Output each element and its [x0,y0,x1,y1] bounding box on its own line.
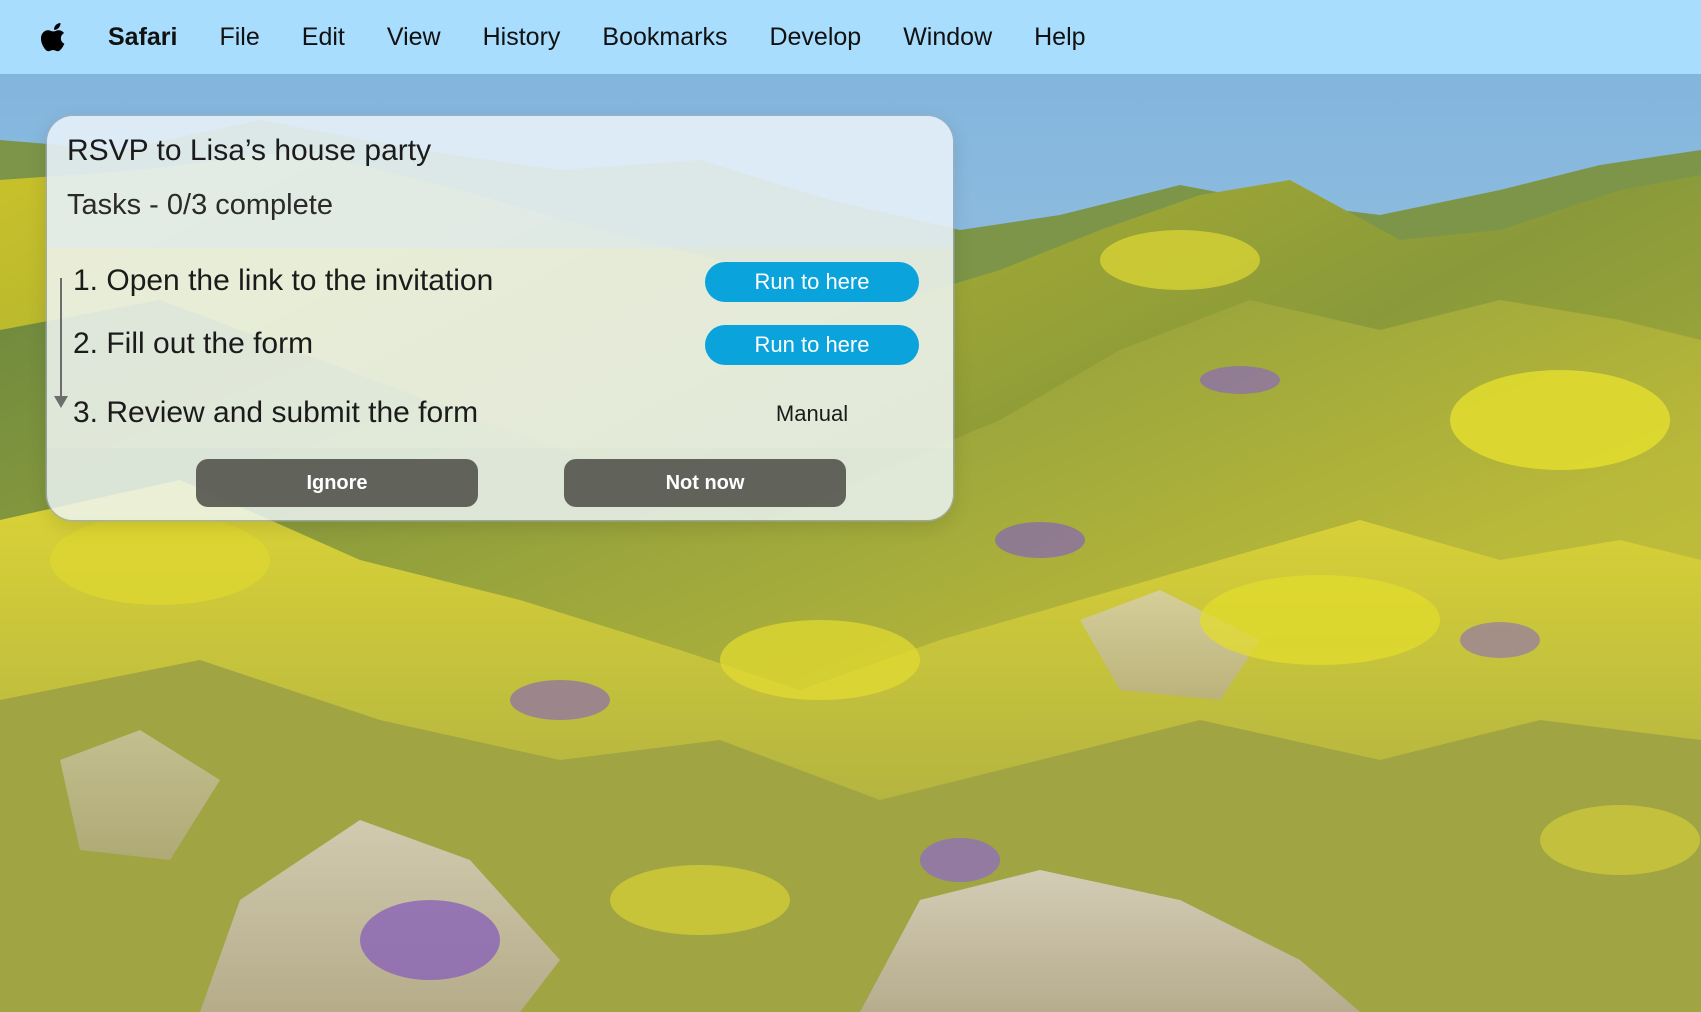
menu-help[interactable]: Help [1034,23,1085,52]
menu-bar: Safari File Edit View History Bookmarks … [0,0,1701,74]
menu-window[interactable]: Window [903,23,992,52]
menu-safari[interactable]: Safari [108,23,177,52]
menu-view[interactable]: View [387,23,441,52]
panel-title: RSVP to Lisa’s house party [67,134,432,167]
not-now-button[interactable]: Not now [564,459,846,507]
menu-history[interactable]: History [483,23,561,52]
task-label-fill-form: 2. Fill out the form [73,327,314,360]
run-to-here-button-2[interactable]: Run to here [705,325,919,365]
menu-develop[interactable]: Develop [769,23,861,52]
menu-edit[interactable]: Edit [302,23,345,52]
task-row: 1. Open the link to the invitation Run t… [47,256,953,306]
task-label-review-submit: 3. Review and submit the form [73,396,479,429]
task-row: 3. Review and submit the form Manual [47,388,953,438]
desktop: Safari File Edit View History Bookmarks … [0,0,1701,1012]
menu-file[interactable]: File [219,23,259,52]
task-panel: RSVP to Lisa’s house party Tasks - 0/3 c… [47,116,953,520]
task-row: 2. Fill out the form Run to here [47,319,953,369]
manual-label: Manual [775,401,849,426]
ignore-button[interactable]: Ignore [196,459,478,507]
run-to-here-button-1[interactable]: Run to here [705,262,919,302]
menu-bookmarks[interactable]: Bookmarks [602,23,727,52]
task-progress: Tasks - 0/3 complete [67,189,333,221]
panel-header: RSVP to Lisa’s house party Tasks - 0/3 c… [47,116,953,248]
apple-logo-icon[interactable] [40,19,70,55]
task-label-open-link: 1. Open the link to the invitation [73,264,494,297]
